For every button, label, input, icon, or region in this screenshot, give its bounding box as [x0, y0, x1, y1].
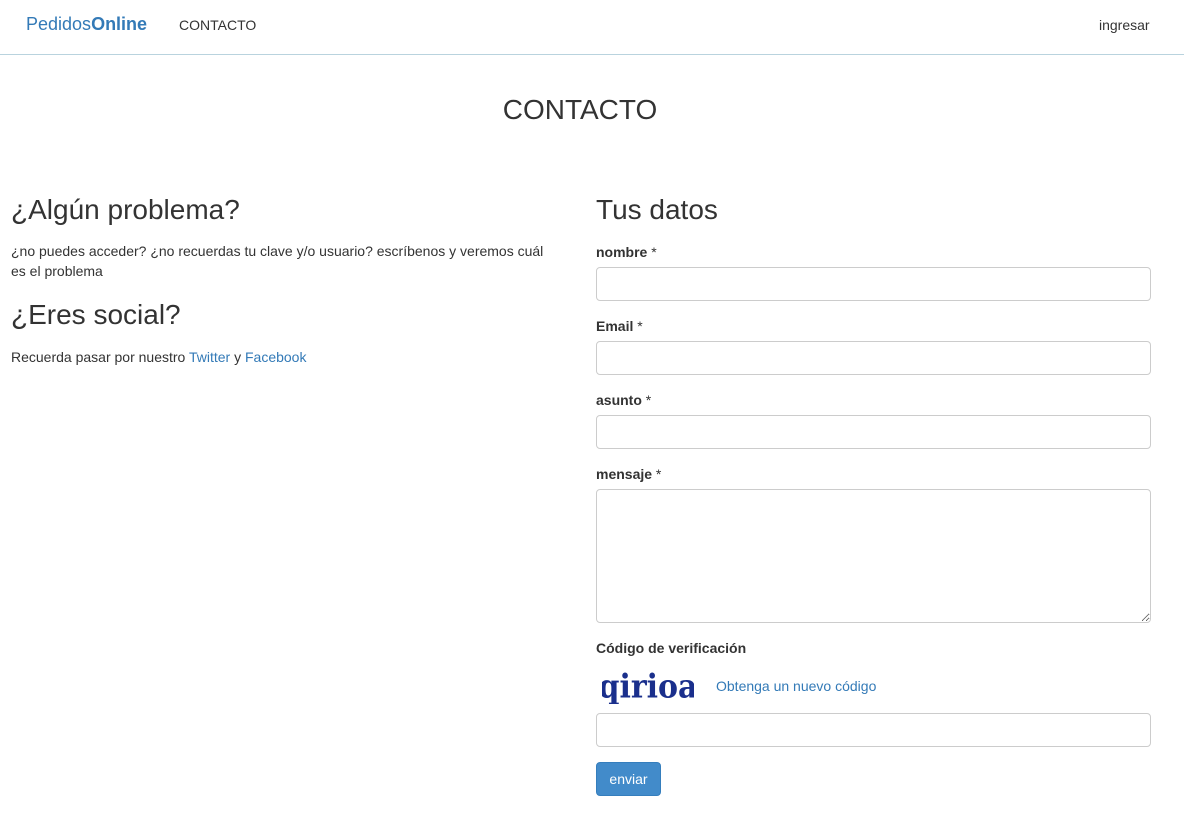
brand-part1: Pedidos	[26, 14, 92, 34]
submit-button[interactable]: enviar	[596, 762, 661, 796]
required-mark: *	[647, 244, 657, 260]
problem-text: ¿no puedes acceder? ¿no recuerdas tu cla…	[11, 243, 544, 279]
email-label: Email *	[596, 318, 643, 334]
email-label-text: Email	[596, 318, 634, 334]
mensaje-label: mensaje *	[596, 466, 661, 482]
nombre-label: nombre *	[596, 244, 657, 260]
page-title: CONTACTO	[502, 94, 658, 125]
captcha-text: qirioa	[602, 668, 694, 704]
brand-part2: Online	[91, 14, 148, 34]
mensaje-label-text: mensaje	[596, 466, 653, 482]
nav-ingresar-link[interactable]: ingresar	[1099, 17, 1150, 33]
captcha-input[interactable]	[596, 713, 1151, 747]
problem-heading: ¿Algún problema?	[11, 194, 240, 225]
navbar: PedidosOnline CONTACTO ingresar	[0, 0, 1184, 55]
required-mark: *	[641, 392, 652, 408]
mensaje-textarea[interactable]	[596, 489, 1151, 623]
social-text: Recuerda pasar por nuestro Twitter y Fac…	[11, 347, 306, 367]
social-heading: ¿Eres social?	[11, 299, 181, 330]
required-mark: *	[633, 318, 643, 334]
asunto-label: asunto *	[596, 392, 651, 408]
new-captcha-link[interactable]: Obtenga un nuevo código	[716, 678, 876, 694]
asunto-label-text: asunto	[596, 392, 642, 408]
brand-logo-link[interactable]: PedidosOnline	[26, 14, 147, 35]
captcha-label: Código de verificación	[596, 640, 747, 656]
nombre-input[interactable]	[596, 267, 1151, 301]
email-input[interactable]	[596, 341, 1151, 375]
captcha-image: qirioa	[602, 668, 694, 704]
required-mark: *	[652, 466, 662, 482]
form-heading: Tus datos	[596, 194, 718, 225]
asunto-input[interactable]	[596, 415, 1151, 449]
facebook-link[interactable]: Facebook	[245, 349, 306, 365]
nav-contacto-link[interactable]: CONTACTO	[179, 17, 256, 33]
social-text-and: y	[230, 349, 245, 365]
social-text-prefix: Recuerda pasar por nuestro	[11, 349, 189, 365]
nombre-label-text: nombre	[596, 244, 648, 260]
twitter-link[interactable]: Twitter	[189, 349, 230, 365]
